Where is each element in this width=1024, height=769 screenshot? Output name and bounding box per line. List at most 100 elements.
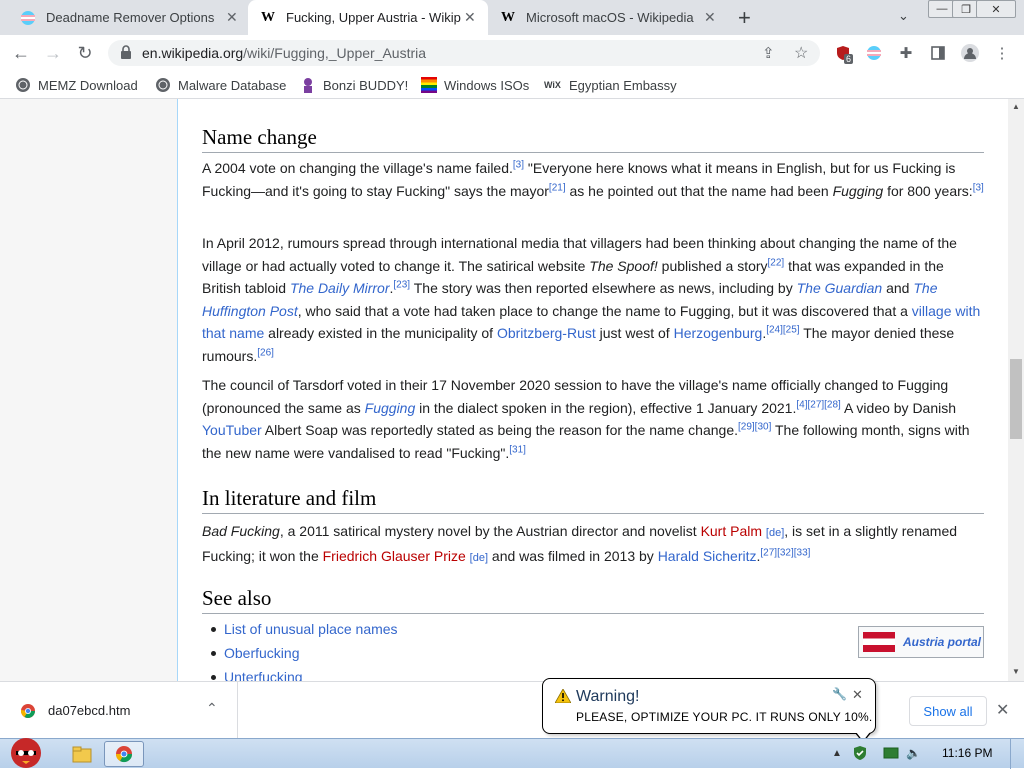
url-host: en.wikipedia.org bbox=[142, 45, 244, 61]
extensions-puzzle-icon[interactable]: ✚ bbox=[897, 44, 915, 62]
link-oberfucking[interactable]: Oberfucking bbox=[224, 645, 299, 661]
reload-button[interactable]: ↻ bbox=[72, 40, 98, 66]
globe-icon bbox=[15, 77, 31, 93]
link-kurt-palm[interactable]: Kurt Palm bbox=[701, 523, 762, 539]
bookmark-malware-database[interactable]: Malware Database bbox=[155, 77, 286, 93]
text: The story was then reported elsewhere as… bbox=[410, 280, 797, 296]
text: already existed in the municipality of bbox=[264, 325, 497, 341]
show-all-button[interactable]: Show all bbox=[909, 696, 987, 726]
taskbar-clock[interactable]: 11:16 PM bbox=[942, 746, 992, 760]
shield-check-tray-icon[interactable] bbox=[852, 745, 868, 764]
citation[interactable]: [31] bbox=[509, 444, 526, 455]
tab-search-icon[interactable]: ⌄ bbox=[898, 8, 909, 24]
warning-balloon[interactable]: Warning! PLEASE, OPTIMIZE YOUR PC. IT RU… bbox=[542, 678, 876, 743]
citation[interactable]: [22] bbox=[768, 257, 785, 268]
link-herzogenburg[interactable]: Herzogenburg bbox=[674, 325, 763, 341]
text: and bbox=[882, 280, 914, 296]
text: in the dialect spoken in the region), ef… bbox=[415, 399, 797, 416]
extension-badge: 6 bbox=[844, 54, 854, 64]
link-harald-sicheritz[interactable]: Harald Sicheritz bbox=[658, 548, 757, 564]
window-close-button[interactable]: ✕ bbox=[976, 0, 1016, 18]
show-desktop-button[interactable] bbox=[1010, 739, 1024, 769]
text: published a story bbox=[657, 257, 768, 274]
globe-icon bbox=[155, 77, 171, 93]
trans-flag-extension-icon[interactable] bbox=[865, 44, 883, 62]
vertical-scrollbar[interactable]: ▲ ▼ bbox=[1008, 99, 1024, 681]
scroll-up-arrow-icon[interactable]: ▲ bbox=[1012, 102, 1020, 111]
citation[interactable]: [29][30] bbox=[738, 421, 771, 432]
citation[interactable]: [3] bbox=[513, 159, 524, 170]
scrollbar-thumb[interactable] bbox=[1010, 359, 1022, 439]
link-de[interactable]: [de] bbox=[766, 527, 784, 539]
tab-macos[interactable]: W Microsoft macOS - Wikipedia ✕ bbox=[488, 0, 728, 35]
tab-deadname-remover[interactable]: Deadname Remover Options ✕ bbox=[8, 0, 244, 35]
citation[interactable]: [21] bbox=[549, 182, 566, 193]
link-de[interactable]: [de] bbox=[470, 552, 488, 564]
bookmark-label: Bonzi BUDDY! bbox=[323, 77, 409, 93]
link-obritzberg-rust[interactable]: Obritzberg-Rust bbox=[497, 325, 596, 341]
bookmark-bonzi-buddy[interactable]: Bonzi BUDDY! bbox=[300, 77, 408, 93]
link-text: The Guardian bbox=[796, 280, 883, 296]
new-tab-button[interactable]: + bbox=[738, 5, 751, 31]
citation[interactable]: [23] bbox=[393, 279, 410, 290]
url-path: /wiki/Fugging,_Upper_Austria bbox=[243, 45, 427, 61]
paragraph-literature: Bad Fucking, a 2011 satirical mystery no… bbox=[202, 520, 984, 569]
citation[interactable]: [27][32][33] bbox=[760, 547, 810, 558]
text: Albert Soap was reportedly stated as bei… bbox=[261, 422, 738, 438]
chrome-taskbar-button[interactable] bbox=[104, 741, 144, 767]
download-item[interactable]: da07ebcd.htm ⌃ bbox=[0, 682, 238, 739]
section-heading-literature: In literature and film bbox=[202, 486, 984, 514]
citation[interactable]: [3] bbox=[973, 182, 984, 193]
link-daily-mirror[interactable]: The Daily Mirror bbox=[290, 280, 390, 296]
tray-expand-icon[interactable]: ▲ bbox=[832, 748, 842, 759]
explorer-taskbar-button[interactable] bbox=[62, 741, 102, 767]
bookmark-egyptian-embassy[interactable]: WiX Egyptian Embassy bbox=[544, 77, 677, 93]
link-the-guardian[interactable]: The Guardian bbox=[797, 280, 883, 296]
see-also-list: List of unusual place names Oberfucking … bbox=[202, 619, 398, 681]
bookmark-star-icon[interactable]: ☆ bbox=[794, 43, 808, 63]
profile-avatar-icon[interactable] bbox=[961, 44, 979, 62]
lock-icon[interactable] bbox=[120, 45, 132, 59]
share-icon[interactable]: ⇪ bbox=[762, 44, 775, 62]
wrench-icon[interactable]: 🔧 bbox=[832, 687, 847, 701]
link-unterfucking[interactable]: Unterfucking bbox=[224, 669, 303, 681]
citation[interactable]: [4][27][28] bbox=[796, 399, 840, 410]
rainbow-flag-icon bbox=[421, 77, 437, 93]
taskbar: ▲ 🔈 11:16 PM bbox=[0, 738, 1024, 769]
link-unusual-place-names[interactable]: List of unusual place names bbox=[224, 621, 398, 637]
bookmark-memz[interactable]: MEMZ Download bbox=[15, 77, 138, 93]
paragraph-tarsdorf: The council of Tarsdorf voted in their 1… bbox=[202, 374, 984, 464]
address-bar[interactable]: en.wikipedia.org/wiki/Fugging,_Upper_Aus… bbox=[108, 40, 820, 66]
close-shelf-icon[interactable]: ✕ bbox=[996, 700, 1009, 720]
text: A video by Danish bbox=[840, 399, 957, 416]
close-tab-icon[interactable]: ✕ bbox=[226, 9, 238, 26]
forward-button[interactable]: → bbox=[40, 40, 66, 66]
back-button[interactable]: ← bbox=[8, 40, 34, 66]
balloon-close-icon[interactable]: ✕ bbox=[852, 687, 863, 703]
citation[interactable]: [24][25] bbox=[766, 324, 799, 335]
volume-tray-icon[interactable]: 🔈 bbox=[906, 746, 921, 760]
link-youtuber[interactable]: YouTuber bbox=[202, 422, 262, 438]
close-tab-icon[interactable]: ✕ bbox=[704, 9, 716, 26]
citation[interactable]: [26] bbox=[257, 347, 274, 358]
text: for 800 years: bbox=[883, 182, 973, 199]
bookmark-windows-isos[interactable]: Windows ISOs bbox=[421, 77, 529, 93]
start-button[interactable] bbox=[2, 733, 50, 769]
warning-triangle-icon bbox=[554, 688, 572, 704]
tab-title: Microsoft macOS - Wikipedia bbox=[526, 10, 694, 25]
menu-kebab-icon[interactable]: ⋮ bbox=[993, 44, 1011, 62]
link-friedrich-glauser-prize[interactable]: Friedrich Glauser Prize bbox=[323, 548, 466, 564]
tab-fugging[interactable]: W Fucking, Upper Austria - Wikip ✕ bbox=[248, 0, 488, 35]
close-tab-icon[interactable]: ✕ bbox=[464, 9, 476, 26]
austria-portal-box[interactable]: Austria portal bbox=[858, 626, 984, 658]
chevron-up-icon[interactable]: ⌃ bbox=[206, 700, 218, 717]
text: , who said that a vote had taken place t… bbox=[297, 302, 912, 319]
side-panel-icon[interactable] bbox=[929, 44, 947, 62]
bookmarks-bar: MEMZ Download Malware Database Bonzi BUD… bbox=[0, 71, 1024, 99]
list-item: Unterfucking bbox=[202, 667, 398, 681]
network-tray-icon[interactable] bbox=[883, 747, 899, 762]
bookmark-label: Egyptian Embassy bbox=[569, 77, 677, 93]
scroll-down-arrow-icon[interactable]: ▼ bbox=[1012, 667, 1020, 676]
link-fugging[interactable]: Fugging bbox=[365, 400, 416, 416]
text: as he pointed out that the name had been bbox=[565, 182, 833, 199]
